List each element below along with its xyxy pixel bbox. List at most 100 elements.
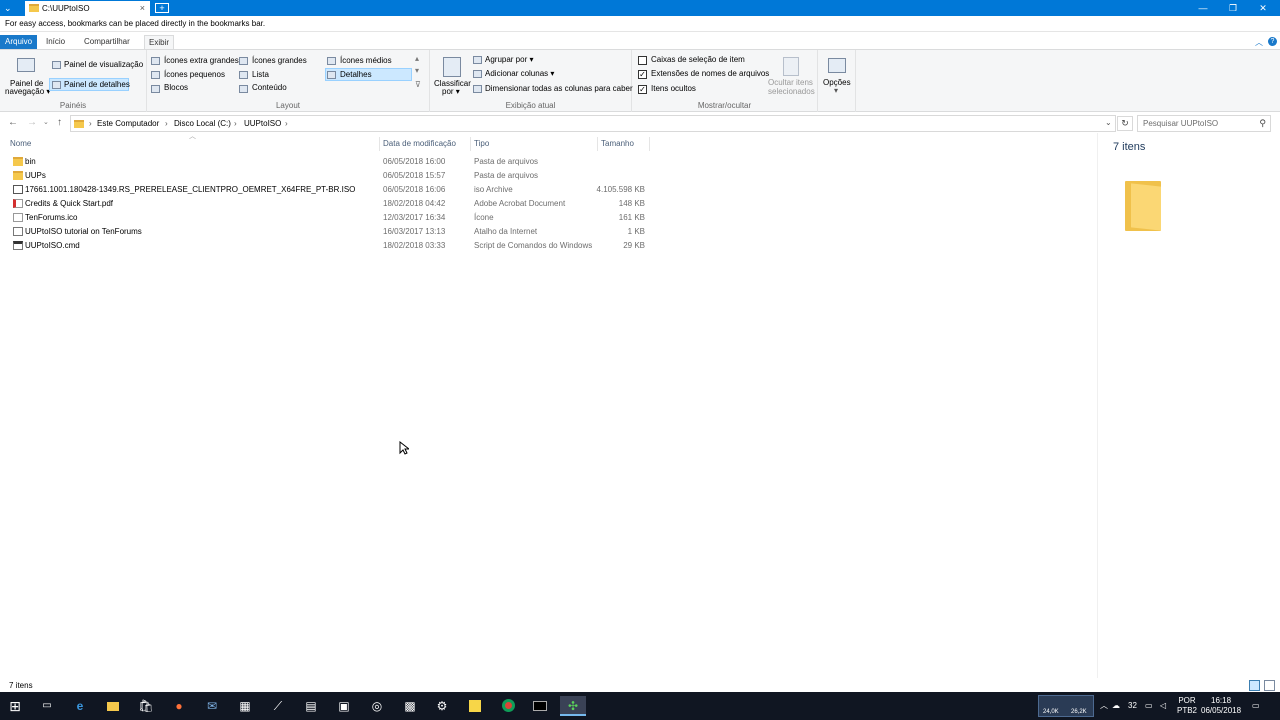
chevron-right-icon[interactable]: › <box>165 119 168 128</box>
chevron-right-icon[interactable]: › <box>89 119 92 128</box>
thunderbird-icon[interactable]: ✉ <box>202 696 222 716</box>
clock[interactable]: 16:18 06/05/2018 <box>1201 696 1241 716</box>
breadcrumb-disco-local[interactable]: Disco Local (C:) <box>174 119 231 129</box>
file-row[interactable]: Credits & Quick Start.pdf 18/02/2018 04:… <box>0 197 660 211</box>
details-view-button[interactable] <box>1249 680 1260 691</box>
sort-label-2[interactable]: por ▾ <box>442 87 460 97</box>
volume-icon[interactable]: ◁ <box>1160 701 1166 711</box>
tab-uuptoiso[interactable]: C:\UUPtoISO × <box>25 1 150 16</box>
language-indicator[interactable]: POR PTB2 <box>1177 696 1197 716</box>
tool-app-icon[interactable]: ▩ <box>400 696 420 716</box>
hide-selected-label-2[interactable]: selecionados <box>768 87 815 97</box>
layout-extra-large[interactable]: Ícones extra grandes <box>164 56 239 66</box>
layout-large[interactable]: Ícones grandes <box>252 56 307 66</box>
address-bar[interactable]: › Este Computador › Disco Local (C:) › U… <box>70 115 1116 132</box>
file-extensions-toggle[interactable]: ✓ <box>638 70 647 79</box>
collapse-ribbon-icon[interactable]: ︿ <box>1255 37 1263 48</box>
refresh-button[interactable]: ↻ <box>1117 116 1133 131</box>
temperature[interactable]: 32 <box>1128 701 1137 711</box>
chevron-right-icon[interactable]: › <box>234 119 237 128</box>
file-row[interactable]: TenForums.ico 12/03/2017 16:34 Ícone 161… <box>0 211 660 225</box>
back-arrow-icon[interactable]: ← <box>8 117 18 129</box>
edge-icon[interactable]: e <box>70 696 90 716</box>
action-center-icon[interactable]: ▭ <box>1252 701 1260 711</box>
preview-pane-button[interactable]: Painel de visualização <box>64 60 143 70</box>
up-arrow-icon[interactable]: ↑ <box>57 117 62 129</box>
size-columns-button[interactable]: Dimensionar todas as colunas para caber <box>485 84 633 94</box>
active-app-icon[interactable]: ✣ <box>560 696 586 716</box>
column-header-name[interactable]: Nome <box>10 137 31 151</box>
address-dropdown-icon[interactable]: ⌄ <box>1105 118 1112 127</box>
column-divider[interactable] <box>470 137 471 151</box>
column-header-size[interactable]: Tamanho <box>601 137 634 151</box>
notes-app-icon[interactable] <box>465 696 485 716</box>
search-input[interactable]: Pesquisar UUPtoISO <box>1143 119 1218 128</box>
file-row[interactable]: UUPtoISO tutorial on TenForums 16/03/201… <box>0 225 660 239</box>
folder-icon <box>74 120 84 128</box>
column-header-date[interactable]: Data de modificação <box>383 137 456 151</box>
hidden-items-toggle[interactable]: ✓ <box>638 85 647 94</box>
firefox-icon[interactable]: ● <box>169 696 189 716</box>
scroll-down-icon[interactable]: ▾ <box>415 66 419 76</box>
file-row[interactable]: UUPs 06/05/2018 15:57 Pasta de arquivos <box>0 169 660 183</box>
layout-list[interactable]: Lista <box>252 70 269 80</box>
file-row[interactable]: UUPtoISO.cmd 18/02/2018 03:33 Script de … <box>0 239 660 253</box>
add-columns-button[interactable]: Adicionar colunas ▾ <box>485 69 554 79</box>
tab-arquivo[interactable]: Arquivo <box>0 35 38 49</box>
tab-close-button[interactable]: × <box>140 2 145 14</box>
language-code: POR <box>1178 696 1196 705</box>
breadcrumb-este-computador[interactable]: Este Computador <box>97 119 159 129</box>
show-hidden-icons-icon[interactable]: ︿ <box>1100 701 1108 711</box>
column-divider[interactable] <box>379 137 380 151</box>
media-app-icon[interactable]: ◎ <box>367 696 387 716</box>
layout-content[interactable]: Conteúdo <box>252 83 287 93</box>
close-button[interactable]: ✕ <box>1248 0 1278 16</box>
command-prompt-icon[interactable] <box>530 696 550 716</box>
group-title-mostrar: Mostrar/ocultar <box>697 101 752 110</box>
maximize-button[interactable]: ❐ <box>1218 0 1248 16</box>
scroll-up-icon[interactable]: ▴ <box>415 54 419 64</box>
group-by-button[interactable]: Agrupar por ▾ <box>485 55 533 65</box>
breadcrumb-uuptoiso[interactable]: UUPtoISO <box>244 119 281 129</box>
file-row[interactable]: 17661.1001.180428-1349.RS_PRERELEASE_CLI… <box>0 183 660 197</box>
windows-start-icon[interactable]: ⊞ <box>5 696 25 716</box>
file-explorer-taskbar-icon[interactable] <box>103 696 123 716</box>
tiles-icon <box>151 85 160 93</box>
folder-icon <box>13 157 23 166</box>
options-dropdown-icon[interactable]: ▾ <box>834 86 838 96</box>
recent-dropdown-icon[interactable]: ⌄ <box>43 117 49 129</box>
column-divider[interactable] <box>649 137 650 151</box>
image-viewer-icon[interactable]: ▦ <box>235 696 255 716</box>
help-icon[interactable]: ? <box>1268 37 1277 46</box>
status-bar: 7 itens <box>0 680 1280 692</box>
search-box[interactable]: Pesquisar UUPtoISO ⚲ <box>1137 115 1271 132</box>
tab-inicio[interactable]: Início <box>42 35 69 49</box>
forward-arrow-icon[interactable]: → <box>27 117 37 129</box>
virtual-machine-icon[interactable]: ▣ <box>334 696 354 716</box>
network-tool-icon[interactable]: ⟋ <box>268 696 288 716</box>
tab-compartilhar[interactable]: Compartilhar <box>80 35 134 49</box>
chrome-icon[interactable] <box>498 696 518 716</box>
onedrive-icon[interactable]: ☁ <box>1112 701 1120 711</box>
minimize-button[interactable]: — <box>1188 0 1218 16</box>
layout-medium[interactable]: Ícones médios <box>340 56 392 66</box>
tab-exibir[interactable]: Exibir <box>144 35 175 49</box>
chevron-right-icon[interactable]: › <box>285 119 288 128</box>
bookmarks-bar: For easy access, bookmarks can be placed… <box>0 16 1280 32</box>
chevron-down-icon[interactable]: ⌄ <box>4 2 18 14</box>
column-divider[interactable] <box>597 137 598 151</box>
layout-tiles[interactable]: Blocos <box>164 83 188 93</box>
expand-gallery-icon[interactable]: ⊽ <box>415 80 421 90</box>
file-row[interactable]: bin 06/05/2018 16:00 Pasta de arquivos <box>0 155 660 169</box>
store-icon[interactable]: 🛍 <box>136 696 156 716</box>
calculator-icon[interactable]: ▤ <box>301 696 321 716</box>
utility-app-icon[interactable]: ⚙ <box>432 696 452 716</box>
layout-small[interactable]: Ícones pequenos <box>164 70 225 80</box>
task-view-icon[interactable]: ▭ <box>37 696 57 716</box>
network-icon[interactable]: ▭ <box>1145 701 1153 711</box>
new-tab-button[interactable]: + <box>155 3 169 13</box>
column-header-type[interactable]: Tipo <box>474 137 489 151</box>
large-icons-view-button[interactable] <box>1264 680 1275 691</box>
navigation-pane-label-2[interactable]: navegação ▾ <box>5 87 50 97</box>
item-checkbox-toggle[interactable] <box>638 56 647 65</box>
